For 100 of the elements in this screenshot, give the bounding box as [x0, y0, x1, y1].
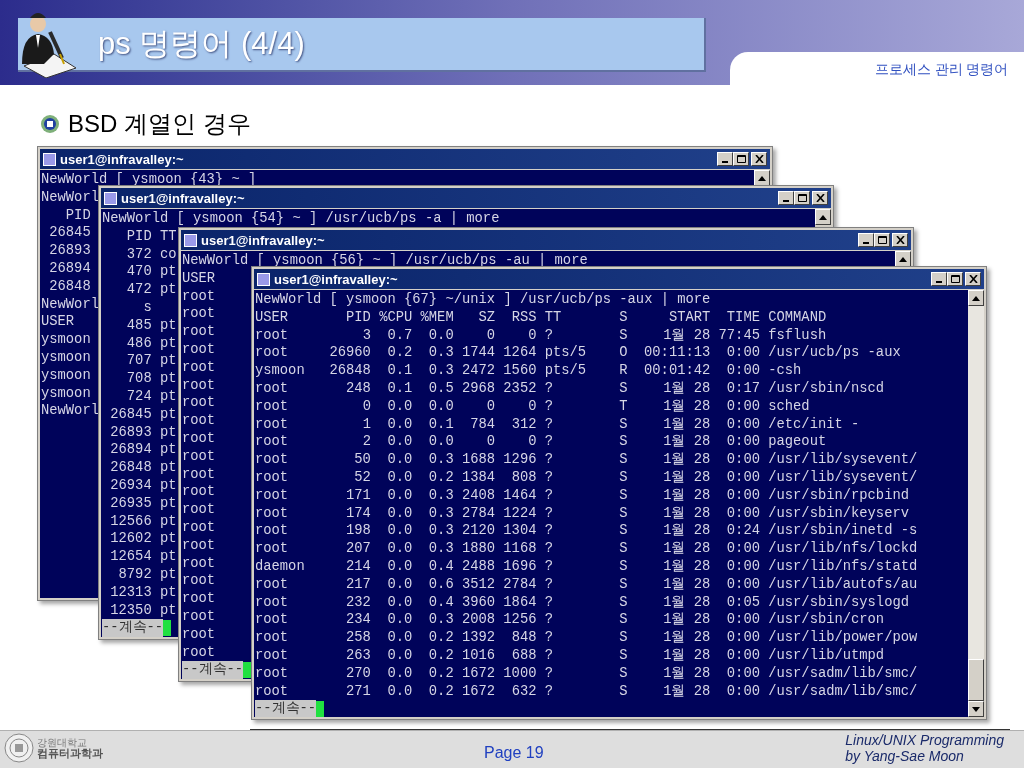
- terminal-line: 8792 pt: [117, 565, 177, 584]
- terminal-line: 12602 pt: [109, 530, 177, 549]
- maximize-button[interactable]: [947, 272, 963, 286]
- window-icon: [184, 233, 197, 247]
- table-cell-text: root: [255, 575, 290, 594]
- table-cell-text: 232: [345, 593, 371, 612]
- maximize-button[interactable]: [794, 191, 810, 205]
- scroll-up-button[interactable]: [754, 170, 770, 186]
- terminal-line: ysmoon: [41, 331, 91, 349]
- minimize-button[interactable]: [778, 191, 794, 205]
- table-cell-text: pts/5: [543, 362, 588, 380]
- table-cell-text: 1월 28: [662, 664, 711, 683]
- table-cell-text: 3512: [460, 575, 496, 594]
- table-cell-text: 2120: [460, 522, 496, 541]
- table-cell-text: 0: [485, 397, 496, 416]
- table-cell-text: 0.4: [427, 557, 454, 576]
- cursor: [163, 620, 172, 637]
- terminal-line: root: [182, 607, 216, 626]
- table-cell-text: 2472: [460, 362, 496, 380]
- table-cell-text: 198: [345, 522, 371, 541]
- table-cell-text: root: [255, 468, 290, 487]
- table-cell-text: 174: [345, 504, 371, 523]
- column-header: TIME: [725, 308, 760, 327]
- scrollbar[interactable]: [968, 290, 984, 717]
- minimize-button[interactable]: [717, 152, 733, 166]
- window-icon: [43, 152, 56, 166]
- table-cell-text: 0.1: [386, 362, 413, 380]
- scroll-up-button[interactable]: [895, 251, 911, 267]
- table-cell-text: 2784: [502, 575, 537, 594]
- table-cell-text: 1256: [502, 611, 537, 630]
- page-number: Page 19: [484, 743, 544, 763]
- table-cell: S: [619, 380, 628, 398]
- table-cell-text: 1월 28: [662, 397, 711, 416]
- terminal-line: root: [182, 341, 216, 359]
- table-cell: O: [619, 344, 628, 363]
- table-cell-text: ?: [543, 486, 554, 505]
- table-cell-text: 0.0: [386, 451, 413, 469]
- close-button[interactable]: [892, 233, 908, 247]
- table-cell-text: 0.3: [427, 344, 454, 363]
- table-cell-text: 0.0: [386, 486, 413, 505]
- table-cell-text: root: [255, 629, 290, 647]
- close-button[interactable]: [751, 152, 767, 166]
- scroll-up-button[interactable]: [968, 290, 984, 306]
- table-cell-text: 1264: [502, 344, 537, 363]
- terminal-line: 26893 pt: [109, 423, 177, 442]
- table-cell-text: /usr/sbin/inetd -s: [767, 522, 918, 541]
- table-cell-text: 2488: [460, 557, 496, 576]
- table-cell-text: 0.2: [427, 468, 454, 487]
- terminal-line: 26935 pt: [109, 494, 177, 513]
- terminal-line: s: [142, 299, 152, 317]
- terminal-line: NewWorld [ ysmoon {67} ~/unix ] /usr/ucb/ps -aux | more: [255, 291, 711, 309]
- terminal-line: 26845: [48, 224, 91, 243]
- table-cell: S: [619, 468, 628, 487]
- table-cell-text: 0.0: [386, 593, 413, 612]
- table-cell-text: 00:01:42: [643, 362, 711, 380]
- table-cell-text: 1월 28: [662, 575, 711, 594]
- table-cell-text: 0:00: [725, 433, 760, 452]
- school-name: 강원대학교: [37, 737, 87, 748]
- minimize-button[interactable]: [858, 233, 874, 247]
- close-icon: [815, 194, 825, 202]
- table-cell-text: 1월 28: [662, 540, 711, 558]
- table-cell-text: 0:00: [725, 486, 760, 505]
- maximize-button[interactable]: [874, 233, 890, 247]
- terminal-line: 26894: [48, 260, 91, 278]
- maximize-icon: [736, 155, 746, 163]
- table-cell-text: 52: [353, 468, 371, 487]
- window-icon: [104, 191, 117, 205]
- maximize-button[interactable]: [733, 152, 749, 166]
- window-title: user1@infravalley:~: [274, 272, 398, 286]
- scroll-up-button[interactable]: [815, 209, 831, 225]
- column-header: S: [619, 308, 628, 327]
- terminal-line: root: [182, 625, 216, 644]
- table-cell-text: 0.0: [427, 397, 454, 416]
- table-cell-text: 214: [345, 557, 371, 576]
- table-cell-text: 26848: [328, 362, 371, 380]
- table-cell-text: pageout: [767, 433, 827, 452]
- terminal-line: root: [182, 323, 216, 341]
- table-cell-text: /usr/sbin/nscd: [767, 380, 885, 398]
- close-icon: [895, 236, 905, 244]
- column-header: RSS: [510, 308, 537, 327]
- table-cell: S: [619, 593, 628, 612]
- scroll-thumb[interactable]: [968, 659, 984, 701]
- terminal-line: NewWorld [ ysmoon {54} ~ ] /usr/ucb/ps -a | more: [102, 210, 500, 228]
- close-button[interactable]: [812, 191, 828, 205]
- table-cell-text: ?: [543, 380, 554, 398]
- table-cell-text: root: [255, 397, 290, 416]
- table-cell-text: 0.0: [386, 504, 413, 523]
- table-cell-text: 2968: [460, 380, 496, 398]
- emblem-icon: [40, 114, 60, 134]
- scroll-down-button[interactable]: [968, 701, 984, 717]
- terminal-line: NewWorl: [41, 295, 99, 314]
- terminal-line: root: [182, 305, 216, 324]
- table-cell-text: 0.0: [386, 415, 413, 434]
- table-cell-text: root: [255, 682, 290, 701]
- minimize-button[interactable]: [931, 272, 947, 286]
- terminal-line: 12566 pt: [109, 512, 177, 531]
- table-cell-text: 0: [485, 326, 496, 345]
- terminal-line: NewWorl: [41, 402, 99, 421]
- close-button[interactable]: [965, 272, 981, 286]
- terminal-line: 26893: [48, 242, 91, 260]
